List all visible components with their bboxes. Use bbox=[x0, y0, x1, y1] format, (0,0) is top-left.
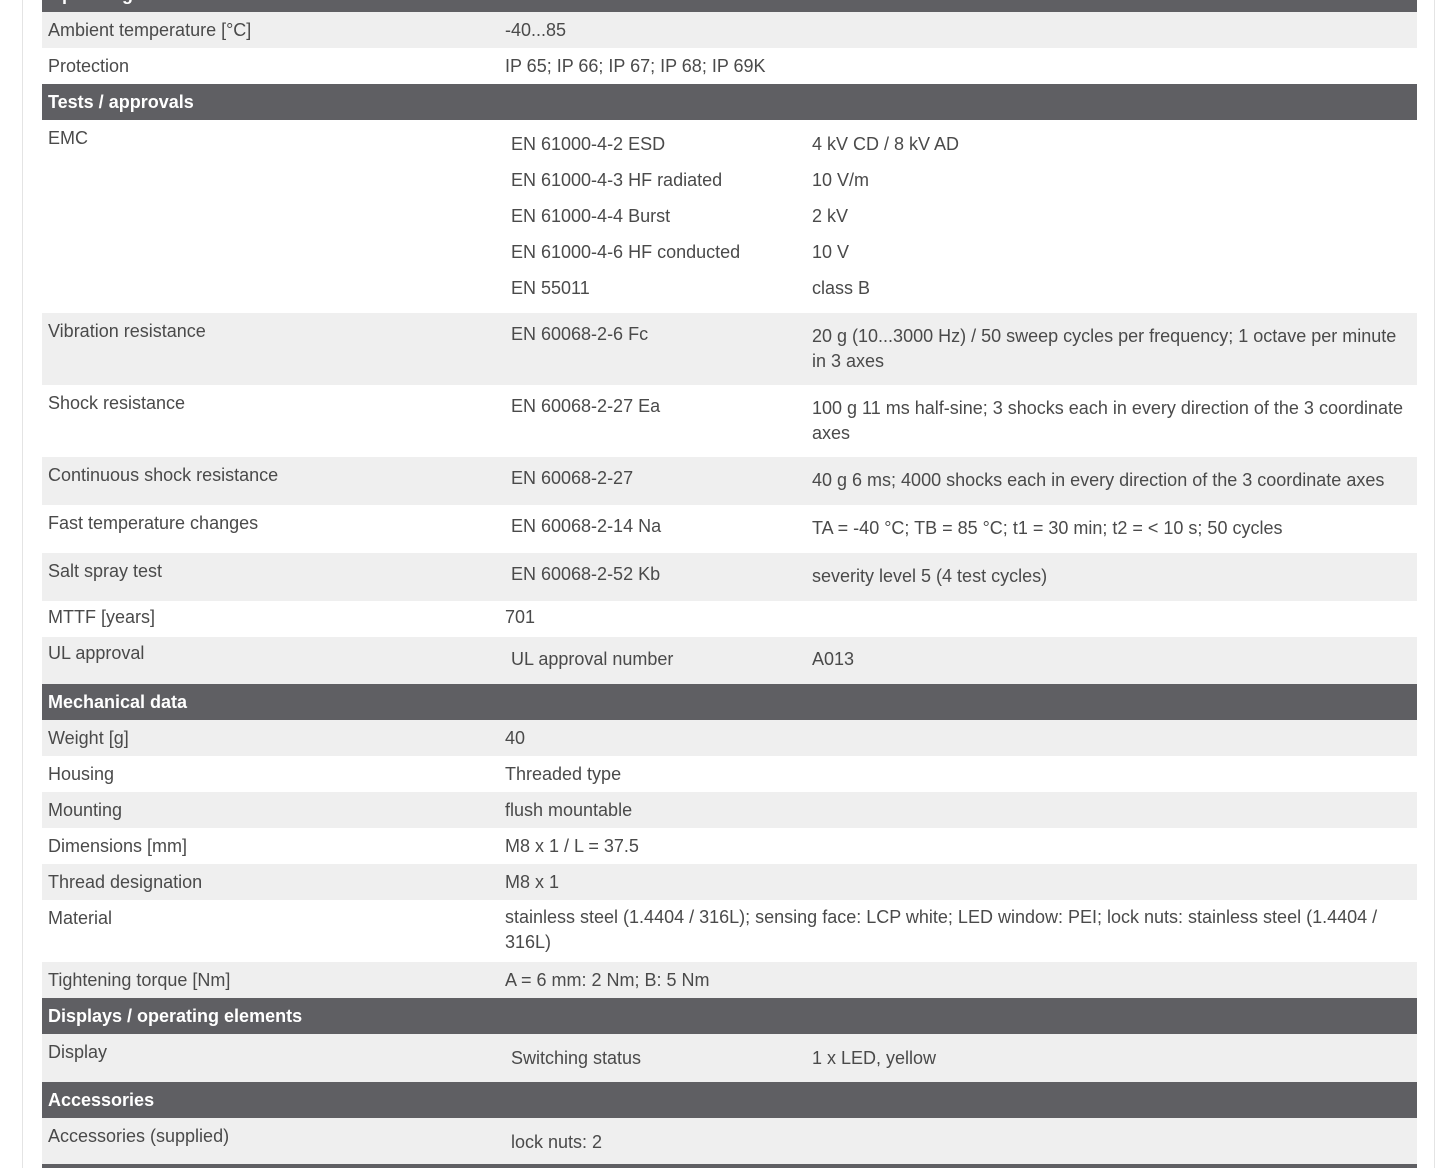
row-label: Protection bbox=[48, 56, 130, 76]
table-row-salt-spray-test: Salt spray test EN 60068-2-52 Kb severit… bbox=[42, 553, 1417, 601]
test-value: A013 bbox=[812, 649, 855, 669]
test-value: TA = -40 °C; TB = 85 °C; t1 = 30 min; t2… bbox=[812, 518, 1283, 538]
row-value: A = 6 mm: 2 Nm; B: 5 Nm bbox=[505, 970, 710, 990]
row-label: EMC bbox=[48, 128, 88, 148]
row-value: 701 bbox=[505, 607, 536, 627]
row-value: Threaded type bbox=[505, 764, 622, 784]
table-row-material: Material stainless steel (1.4404 / 316L)… bbox=[42, 900, 1417, 962]
page-frame-right-border bbox=[1434, 0, 1435, 1168]
test-value: 10 V/m bbox=[812, 170, 870, 190]
test-standard: EN 60068-2-6 Fc bbox=[511, 324, 649, 344]
test-standard: EN 60068-2-27 Ea bbox=[511, 396, 661, 416]
row-label: Accessories (supplied) bbox=[48, 1126, 230, 1146]
row-label: Fast temperature changes bbox=[48, 513, 259, 533]
table-row-dimensions: Dimensions [mm] M8 x 1 / L = 37.5 bbox=[42, 828, 1417, 864]
row-label: UL approval bbox=[48, 643, 145, 663]
table-row-accessories-supplied: Accessories (supplied) lock nuts: 2 bbox=[42, 1118, 1417, 1164]
row-label: Vibration resistance bbox=[48, 321, 206, 341]
row-label: Display bbox=[48, 1042, 108, 1062]
row-value: flush mountable bbox=[505, 800, 633, 820]
row-label: Tightening torque [Nm] bbox=[48, 970, 231, 990]
table-row-mttf: MTTF [years] 701 bbox=[42, 601, 1417, 637]
row-label: Ambient temperature [°C] bbox=[48, 20, 252, 40]
table-row-housing: Housing Threaded type bbox=[42, 756, 1417, 792]
table-row-shock-resistance: Shock resistance EN 60068-2-27 Ea 100 g … bbox=[42, 385, 1417, 457]
table-row-weight: Weight [g] 40 bbox=[42, 720, 1417, 756]
row-value: -40...85 bbox=[505, 20, 567, 40]
row-value: IP 65; IP 66; IP 67; IP 68; IP 69K bbox=[505, 56, 766, 76]
test-standard: EN 61000-4-4 Burst bbox=[511, 206, 671, 226]
row-label: Housing bbox=[48, 764, 115, 784]
test-value: 4 kV CD / 8 kV AD bbox=[812, 134, 960, 154]
test-standard: EN 55011 bbox=[511, 278, 590, 298]
test-standard: UL approval number bbox=[511, 649, 674, 669]
page-frame-left-border bbox=[22, 0, 23, 1168]
section-header-tests-approvals: Tests / approvals bbox=[42, 84, 1417, 120]
test-value: 2 kV bbox=[812, 206, 849, 226]
row-value: stainless steel (1.4404 / 316L); sensing… bbox=[505, 907, 1378, 952]
row-label: Weight [g] bbox=[48, 728, 129, 748]
test-value: 40 g 6 ms; 4000 shocks each in every dir… bbox=[812, 470, 1385, 490]
table-row-continuous-shock-resistance: Continuous shock resistance EN 60068-2-2… bbox=[42, 457, 1417, 505]
test-value: 20 g (10...3000 Hz) / 50 sweep cycles pe… bbox=[812, 326, 1397, 371]
display-value: 1 x LED, yellow bbox=[812, 1048, 937, 1068]
row-label: Continuous shock resistance bbox=[48, 465, 279, 485]
test-standard: EN 61000-4-6 HF conducted bbox=[511, 242, 741, 262]
section-header-displays: Displays / operating elements bbox=[42, 998, 1417, 1034]
table-row-fast-temperature-changes: Fast temperature changes EN 60068-2-14 N… bbox=[42, 505, 1417, 553]
test-value: 10 V bbox=[812, 242, 850, 262]
row-label: Shock resistance bbox=[48, 393, 186, 413]
table-row-ul-approval: UL approval UL approval number A013 bbox=[42, 637, 1417, 684]
table-row-ambient-temperature: Ambient temperature [°C] -40...85 bbox=[42, 12, 1417, 48]
section-header-mechanical-data: Mechanical data bbox=[42, 684, 1417, 720]
accessory-item: lock nuts: 2 bbox=[511, 1132, 603, 1152]
test-standard: EN 61000-4-3 HF radiated bbox=[511, 170, 723, 190]
section-header-accessories: Accessories bbox=[42, 1082, 1417, 1118]
table-row-vibration-resistance: Vibration resistance EN 60068-2-6 Fc 20 … bbox=[42, 313, 1417, 385]
table-row-tightening-torque: Tightening torque [Nm] A = 6 mm: 2 Nm; B… bbox=[42, 962, 1417, 998]
test-standard: EN 60068-2-27 bbox=[511, 468, 634, 488]
section-header-operating-conditions: Operating conditions bbox=[42, 0, 1417, 12]
row-value: M8 x 1 bbox=[505, 872, 560, 892]
table-row-thread-designation: Thread designation M8 x 1 bbox=[42, 864, 1417, 900]
test-value: severity level 5 (4 test cycles) bbox=[812, 566, 1048, 586]
test-standard: EN 60068-2-52 Kb bbox=[511, 564, 661, 584]
test-value: class B bbox=[812, 278, 871, 298]
test-value: 100 g 11 ms half-sine; 3 shocks each in … bbox=[812, 398, 1404, 443]
display-type: Switching status bbox=[511, 1048, 642, 1068]
row-label: Mounting bbox=[48, 800, 123, 820]
row-label: Salt spray test bbox=[48, 561, 163, 581]
row-label: Thread designation bbox=[48, 872, 203, 892]
row-value: 40 bbox=[505, 728, 526, 748]
table-row-display: Display Switching status 1 x LED, yellow bbox=[42, 1034, 1417, 1082]
table-row-emc: EMC EN 61000-4-2 ESD 4 kV CD / 8 kV AD E… bbox=[42, 120, 1417, 313]
row-label: MTTF [years] bbox=[48, 607, 155, 627]
row-value: M8 x 1 / L = 37.5 bbox=[505, 836, 639, 856]
test-standard: EN 60068-2-14 Na bbox=[511, 516, 662, 536]
table-row-protection: Protection IP 65; IP 66; IP 67; IP 68; I… bbox=[42, 48, 1417, 84]
table-bottom-border bbox=[42, 1164, 1417, 1168]
row-label: Dimensions [mm] bbox=[48, 836, 188, 856]
row-label: Material bbox=[48, 908, 113, 928]
table-row-mounting: Mounting flush mountable bbox=[42, 792, 1417, 828]
test-standard: EN 61000-4-2 ESD bbox=[511, 134, 666, 154]
